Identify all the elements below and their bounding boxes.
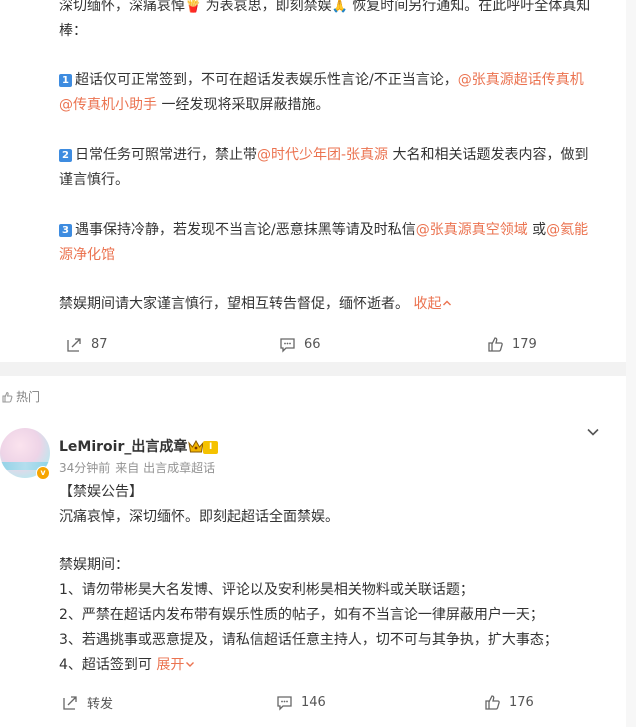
expand-link[interactable]: 展开 [156,657,195,673]
toggle-label: 展开 [156,657,185,673]
comment-button-2[interactable]: 146 [276,691,326,713]
like-button-2[interactable]: 176 [484,691,534,713]
post-time[interactable]: 34分钟前 [59,461,110,475]
repost-label: 转发 [87,696,114,712]
text-line: 沉痛哀悼，深切缅怀。即刻起超话全面禁娱。 [59,507,339,527]
text-line: 2、严禁在超话内发布带有娱乐性质的帖子，如有不当言论一律屏蔽用户一天； [59,605,544,625]
text-line: 4、超话签到可 展开 [59,655,195,675]
text-span: 【禁娱公告】 [59,484,143,500]
text-span: 恢复时间另行通知。在此呼吁全体真知 [347,0,591,14]
text-span: 为表哀思，即刻禁娱 [201,0,332,14]
repost-button[interactable]: 87 [66,333,108,355]
right-edge [626,0,636,727]
text-line: 【禁娱公告】 [59,482,143,502]
hot-tag: 热门 [0,388,40,405]
chevron-down-icon[interactable] [586,425,600,439]
text-span: 4、超话签到可 [59,657,157,673]
text-line: 1 超话仅可正常签到，不可在超话发表娱乐性言论/不正当言论，@张真源超话传真机 [59,70,584,90]
comment-count: 66 [304,336,321,352]
text-span: 超话仅可正常签到，不可在超话发表娱乐性言论/不正当言论， [75,72,458,88]
mention-link[interactable]: @张真源超话传真机 [458,72,584,88]
hot-label: 热门 [16,390,41,404]
post-source[interactable]: 来自 出言成章超话 [115,461,215,475]
text-line: 2 日常任务可照常进行，禁止带@时代少年团-张真源 大名和相关话题发表内容，做到 [59,145,589,165]
text-line: 棒： [59,21,87,41]
repost-button-2[interactable]: 转发 [62,691,113,713]
text-span: 大名和相关话题发表内容，做到 [388,147,589,163]
mention-link[interactable]: 源净化馆 [59,247,115,263]
text-span: 棒： [59,23,87,39]
text-line: 深切缅怀，深痛哀悼🍟 为表哀思，即刻禁娱🙏 恢复时间另行通知。在此呼吁全体真知 [59,0,590,17]
repost-icon [67,337,81,352]
text-span: 2、严禁在超话内发布带有娱乐性质的帖子，如有不当言论一律屏蔽用户一天； [59,607,544,623]
username[interactable]: LeMiroir_出言成章 [59,437,187,457]
text-span: 谨言慎行。 [59,172,129,188]
chevron-down-icon [186,662,195,667]
text-span: 一经发现将采取屏蔽措施。 [157,97,330,113]
emoji-icon: 🍟 [185,0,202,14]
text-span: 3、若遇挑事或恶意提及，请私信超话任意主持人，切不可与其争执，扩大事态； [59,632,558,648]
text-line: 禁娱期间请大家谨言慎行，望相互转告督促，缅怀逝者。 收起 [59,294,452,314]
text-span: 禁娱期间： [59,557,129,573]
mention-link[interactable]: @氦能 [546,222,588,238]
comment-icon [280,337,295,353]
like-count-2: 176 [509,694,534,710]
number-badge-icon: 3 [59,224,72,237]
number-badge-icon: 2 [59,149,72,162]
text-span: 禁娱期间请大家谨言慎行，望相互转告督促，缅怀逝者。 [59,296,414,312]
comment-button[interactable]: 66 [279,333,321,355]
fan-level-badge: I [187,438,219,456]
text-span: 深切缅怀，深痛哀悼 [59,0,185,14]
text-span: 沉痛哀悼，深切缅怀。即刻起超话全面禁娱。 [59,509,339,525]
repost-count: 87 [91,336,108,352]
mention-link[interactable]: @时代少年团-张真源 [257,147,388,163]
like-count: 179 [512,336,537,352]
chevron-up-icon [443,300,452,306]
mention-link[interactable]: @张真源真空领域 [416,222,528,238]
post-1-actions: 87 66 179 [0,333,626,355]
comment-icon [277,695,292,711]
verified-badge-icon: v [36,466,50,480]
text-line: 3、若遇挑事或恶意提及，请私信超话任意主持人，切不可与其争执，扩大事态； [59,630,558,650]
thumbs-up-icon [485,694,500,710]
text-line: 谨言慎行。 [59,170,129,190]
text-line: @传真机小助手 一经发现将采取屏蔽措施。 [59,95,329,115]
mention-link[interactable]: @传真机小助手 [59,97,157,113]
thumb-hot-icon [2,391,13,403]
text-span: 1、请勿带彬昊大名发博、评论以及安利彬昊相关物料或关联话题； [59,582,474,598]
like-button[interactable]: 179 [487,333,537,355]
thumbs-up-icon [488,336,503,352]
number-badge-icon: 1 [59,74,72,87]
text-line: 1、请勿带彬昊大名发博、评论以及安利彬昊相关物料或关联话题； [59,580,474,600]
emoji-icon: 🙏 [331,0,348,14]
text-line: 源净化馆 [59,245,115,265]
toggle-label: 收起 [413,296,442,312]
text-span: 或 [527,222,547,238]
repost-icon [63,695,77,710]
text-span: 日常任务可照常进行，禁止带 [75,147,257,163]
text-line: 3 遇事保持冷静，若发现不当言论/恶意抹黑等请及时私信@张真源真空领域 或@氦能 [59,220,588,240]
text-span: 遇事保持冷静，若发现不当言论/恶意抹黑等请及时私信 [75,222,416,238]
collapse-link[interactable]: 收起 [413,296,452,312]
post-meta: 34分钟前 来自 出言成章超话 [59,459,215,477]
post-2-actions: 转发 146 176 [0,691,626,713]
comment-count-2: 146 [301,694,326,710]
level-number: I [203,440,219,454]
text-line: 禁娱期间： [59,555,129,575]
